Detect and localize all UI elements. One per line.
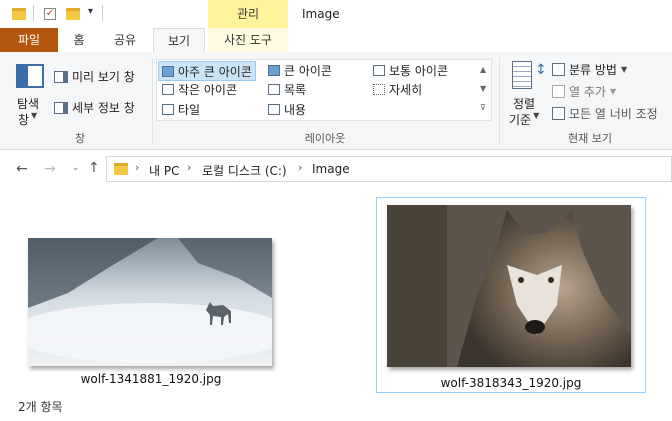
content-icon	[268, 104, 280, 115]
medium-icons-icon	[373, 65, 385, 76]
divider	[102, 5, 103, 21]
layout-label: 타일	[178, 103, 201, 117]
breadcrumb-local-disk[interactable]: 로컬 디스크 (C:)	[202, 162, 287, 179]
divider	[33, 5, 34, 21]
group-label-current-view: 현재 보기	[568, 132, 612, 145]
layout-small-icons[interactable]: 작은 아이콘	[162, 81, 237, 98]
layout-label: 자세히	[389, 83, 423, 97]
group-by-icon	[552, 63, 565, 76]
tab-file[interactable]: 파일	[0, 28, 58, 52]
layout-content[interactable]: 내용	[268, 101, 306, 118]
gallery-scroll[interactable]: ▲ ▼ ⊽	[480, 60, 486, 117]
folder-icon	[12, 8, 26, 20]
layout-label: 목록	[284, 83, 307, 97]
layout-label: 큰 아이콘	[284, 64, 332, 78]
group-by-label: 분류 방법	[569, 63, 617, 77]
details-pane-button[interactable]: 세부 정보 창	[54, 99, 135, 116]
group-label-layout: 레이아웃	[304, 132, 346, 145]
preview-pane-icon	[54, 70, 68, 83]
group-by-button[interactable]: 분류 방법 ▼	[552, 61, 627, 78]
extra-large-icons-icon	[162, 65, 174, 77]
tab-view[interactable]: 보기	[153, 28, 205, 52]
tab-share[interactable]: 공유	[104, 28, 146, 52]
sort-by-icon[interactable]	[512, 61, 532, 89]
breadcrumb-separator[interactable]: ›	[298, 161, 302, 174]
layout-medium-icons[interactable]: 보통 아이콘	[373, 62, 448, 79]
ribbon-tabs	[0, 28, 672, 53]
tab-picture-tools[interactable]: 사진 도구	[208, 28, 288, 52]
group-label-pane: 창	[74, 132, 86, 145]
up-icon[interactable]: ↑	[88, 160, 100, 176]
dropdown-icon: ▼	[609, 87, 617, 96]
breadcrumb-image[interactable]: Image	[312, 162, 350, 176]
layout-large-icons[interactable]: 큰 아이콘	[268, 62, 332, 79]
sort-arrow-icon: ↕	[535, 62, 547, 78]
status-item-count: 2개 항목	[18, 400, 63, 414]
navigation-pane-label2: 창	[18, 113, 30, 127]
recent-locations-icon[interactable]: ⌄	[72, 163, 80, 173]
layout-list[interactable]: 목록	[268, 81, 306, 98]
layout-label: 아주 큰 아이콘	[178, 64, 252, 79]
window-title: Image	[302, 7, 340, 21]
add-columns-label: 열 추가	[569, 85, 606, 99]
dropdown-icon: ▼	[31, 111, 38, 120]
layout-extra-large-icons[interactable]: 아주 큰 아이콘	[158, 61, 256, 81]
layout-tiles[interactable]: 타일	[162, 101, 200, 118]
list-icon	[268, 84, 280, 95]
new-folder-icon[interactable]	[66, 8, 80, 20]
breadcrumb-this-pc[interactable]: 내 PC	[149, 162, 179, 179]
tiles-icon	[162, 104, 174, 115]
back-icon[interactable]: ←	[16, 161, 28, 177]
add-columns-icon	[552, 85, 565, 98]
tab-home[interactable]: 홈	[62, 28, 96, 52]
fit-columns-label: 모든 열 너비 조정	[569, 107, 658, 121]
navigation-pane-label2-wrap[interactable]: 창 ▼	[18, 111, 37, 128]
breadcrumb-separator[interactable]: ›	[187, 161, 191, 174]
wolf-mist-thumbnail	[28, 238, 272, 366]
file-tile[interactable]: wolf-1341881_1920.jpg	[22, 230, 280, 390]
details-pane-label: 세부 정보 창	[72, 101, 135, 115]
details-pane-icon	[54, 101, 68, 114]
preview-pane-label: 미리 보기 창	[72, 70, 135, 84]
dropdown-icon: ▼	[620, 65, 628, 74]
layout-label: 보통 아이콘	[389, 64, 449, 78]
sort-by-label[interactable]: 정렬	[513, 95, 535, 112]
file-name: wolf-3818343_1920.jpg	[440, 376, 582, 390]
folder-icon	[114, 163, 128, 175]
properties-icon[interactable]: ✓	[44, 8, 56, 20]
dropdown-icon: ▼	[533, 111, 540, 120]
large-icons-icon	[268, 65, 280, 76]
layout-label: 내용	[284, 103, 307, 117]
details-icon	[373, 84, 385, 95]
fit-columns-button[interactable]: 모든 열 너비 조정	[552, 105, 658, 122]
layout-details[interactable]: 자세히	[373, 81, 422, 98]
forward-icon[interactable]: →	[44, 161, 56, 177]
contextual-tab-header: 관리	[208, 0, 288, 28]
wolf-portrait-thumbnail	[387, 205, 631, 367]
fit-columns-icon	[552, 107, 565, 120]
group-divider	[152, 58, 153, 144]
breadcrumb-separator[interactable]: ›	[135, 161, 139, 174]
file-name: wolf-1341881_1920.jpg	[80, 372, 222, 386]
navigation-pane-label[interactable]: 탐색	[17, 95, 39, 112]
sort-by-label2-wrap[interactable]: 기준 ▼	[509, 111, 539, 128]
layout-label: 작은 아이콘	[178, 83, 238, 97]
group-divider	[499, 58, 500, 144]
small-icons-icon	[162, 84, 174, 95]
sort-by-label2: 기준	[509, 113, 532, 127]
preview-pane-button[interactable]: 미리 보기 창	[54, 68, 135, 85]
customize-toolbar-icon[interactable]: ▾	[88, 6, 93, 17]
add-columns-button[interactable]: 열 추가 ▼	[552, 83, 616, 100]
navigation-pane-icon[interactable]	[16, 64, 44, 88]
